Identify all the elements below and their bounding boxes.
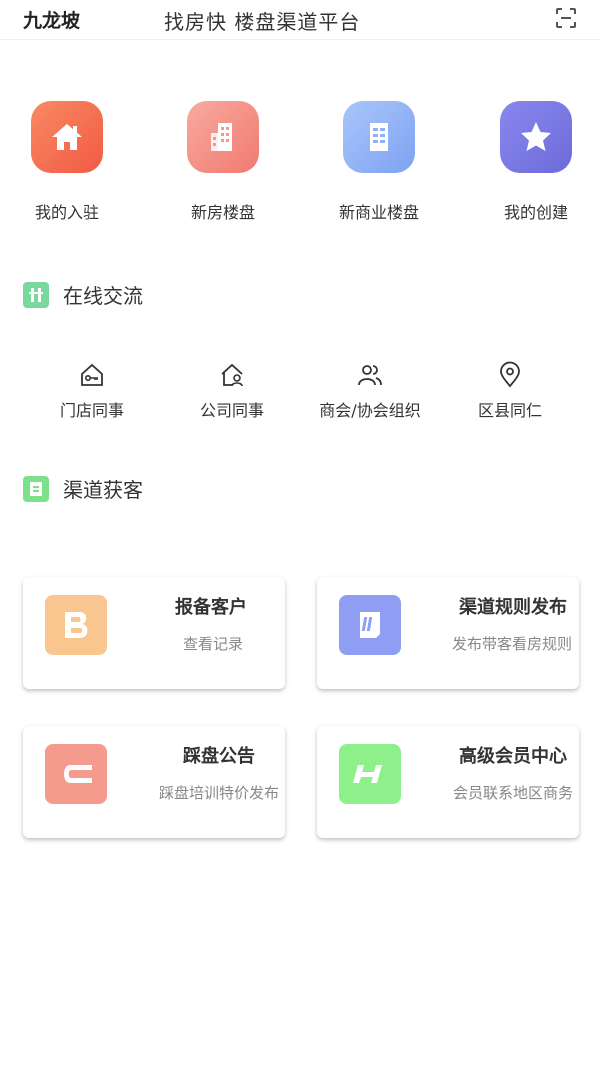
- card-subtitle: 踩盘培训特价发布: [158, 784, 279, 802]
- quick-action-label: 新房楼盘: [190, 203, 255, 222]
- card-title: 踩盘公告: [183, 746, 255, 767]
- building-icon: [187, 101, 259, 173]
- online-item-label: 商会/协会组织: [319, 401, 421, 420]
- app-title: 找房快 楼盘渠道平台: [164, 10, 361, 34]
- quick-action-label: 我的入驻: [34, 203, 99, 222]
- store-key-icon: [81, 363, 103, 386]
- scan-icon[interactable]: [555, 7, 577, 29]
- home-icon: [31, 101, 103, 173]
- online-item-company[interactable]: 公司同事: [152, 361, 312, 421]
- quick-actions: 我的入驻 新房楼盘 新商业楼盘 我的创建: [0, 101, 600, 231]
- online-item-store[interactable]: 门店同事: [12, 361, 172, 421]
- top-bar: 九龙坡 找房快 楼盘渠道平台: [0, 0, 600, 40]
- quick-action-new-houses[interactable]: 新房楼盘: [148, 101, 298, 223]
- section-online: 在线交流: [23, 280, 143, 309]
- card-subtitle: 查看记录: [182, 635, 243, 653]
- card-subtitle: 会员联系地区商务: [452, 784, 573, 802]
- office-icon: [343, 101, 415, 173]
- group-icon: [358, 365, 382, 386]
- letter-h-icon: [339, 744, 401, 804]
- card-report-client[interactable]: 报备客户 查看记录: [23, 577, 285, 689]
- card-channel-rules[interactable]: 渠道规则发布 发布带客看房规则: [317, 577, 579, 689]
- quick-action-my-settle[interactable]: 我的入驻: [0, 101, 142, 223]
- quick-action-new-commercial[interactable]: 新商业楼盘: [304, 101, 454, 223]
- chat-section-icon: [23, 281, 49, 308]
- quick-action-label: 新商业楼盘: [338, 203, 419, 222]
- location-pin-icon: [500, 361, 520, 388]
- letter-b-icon: [45, 595, 107, 655]
- section-title: 渠道获客: [63, 478, 143, 502]
- channel-section-icon: [23, 475, 49, 502]
- section-title: 在线交流: [63, 284, 143, 308]
- online-item-label: 区县同仁: [477, 401, 542, 420]
- card-vip-center[interactable]: 高级会员中心 会员联系地区商务: [317, 726, 579, 838]
- section-channel: 渠道获客: [23, 474, 143, 503]
- online-item-association[interactable]: 商会/协会组织: [290, 361, 450, 421]
- card-title: 高级会员中心: [459, 746, 567, 767]
- card-title: 渠道规则发布: [459, 597, 567, 618]
- quick-action-label: 我的创建: [503, 203, 568, 222]
- letter-c-icon: [45, 744, 107, 804]
- quick-action-my-created[interactable]: 我的创建: [461, 101, 600, 223]
- online-item-label: 门店同事: [59, 401, 124, 420]
- online-item-label: 公司同事: [199, 401, 264, 420]
- online-item-district[interactable]: 区县同仁: [430, 361, 590, 421]
- company-person-icon: [221, 363, 243, 387]
- card-site-notice[interactable]: 踩盘公告 踩盘培训特价发布: [23, 726, 285, 838]
- document-icon: [339, 595, 401, 655]
- location-selector[interactable]: 九龙坡: [23, 6, 80, 33]
- card-title: 报备客户: [175, 597, 247, 618]
- star-icon: [500, 101, 572, 173]
- card-subtitle: 发布带客看房规则: [451, 635, 572, 653]
